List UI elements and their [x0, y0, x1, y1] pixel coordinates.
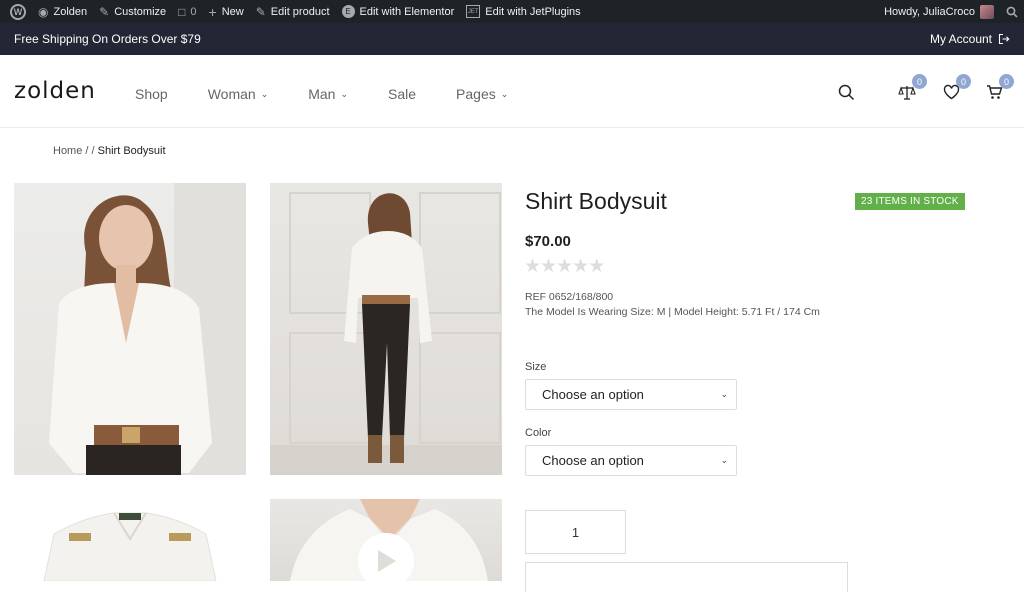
- compare-count-badge: 0: [912, 74, 927, 89]
- promo-text: Free Shipping On Orders Over $79: [14, 32, 201, 46]
- customize-label: Customize: [114, 5, 167, 18]
- dashboard-icon: ◉: [38, 4, 49, 19]
- cart-count-badge: 0: [999, 74, 1014, 89]
- chevron-down-icon: ⌄: [260, 88, 269, 99]
- star-icon: ★: [572, 256, 589, 277]
- pencil-icon: ✎: [255, 4, 266, 19]
- site-name-menu[interactable]: ◉ Zolden: [32, 0, 93, 23]
- main-nav: Shop Woman ⌄ Man ⌄ Sale Pages ⌄: [135, 86, 548, 102]
- product-ref: REF 0652/168/800: [525, 291, 614, 303]
- customize-menu[interactable]: ✎ Customize: [93, 0, 172, 23]
- chevron-down-icon: ⌄: [720, 455, 728, 465]
- model-back-illustration: [270, 192, 502, 475]
- nav-label: Woman: [207, 86, 256, 102]
- nav-item-pages[interactable]: Pages ⌄: [456, 86, 508, 102]
- breadcrumb-home[interactable]: Home: [53, 145, 82, 157]
- my-account-link[interactable]: My Account: [930, 32, 1010, 46]
- size-label: Size: [525, 361, 547, 373]
- wordpress-icon: W: [10, 3, 26, 20]
- chevron-down-icon: ⌄: [500, 88, 509, 99]
- edit-product-menu[interactable]: ✎ Edit product: [250, 0, 336, 23]
- chevron-down-icon: ⌄: [720, 389, 728, 399]
- product-title: Shirt Bodysuit: [525, 188, 667, 214]
- comment-icon: □: [178, 4, 186, 19]
- edit-elementor-menu[interactable]: E Edit with Elementor: [336, 0, 461, 23]
- color-select-value: Choose an option: [542, 453, 644, 468]
- nav-item-woman[interactable]: Woman ⌄: [208, 86, 269, 102]
- star-icon: ★: [588, 256, 605, 277]
- nav-label: Pages: [456, 86, 496, 102]
- search-icon: [1006, 6, 1018, 18]
- greeting-label: Howdy, JuliaCroco: [884, 5, 975, 18]
- nav-item-sale[interactable]: Sale: [388, 86, 416, 102]
- edit-jetplugins-menu[interactable]: JET Edit with JetPlugins: [460, 0, 586, 23]
- product-image-front[interactable]: [14, 183, 246, 475]
- avatar: [980, 4, 994, 19]
- product-price: $70.00: [525, 233, 571, 250]
- breadcrumb-separator: /: [91, 145, 95, 157]
- star-icon: ★: [524, 256, 541, 277]
- rating-stars: ★★★★★: [524, 255, 605, 278]
- new-content-menu[interactable]: + New: [203, 0, 250, 23]
- comments-count: 0: [190, 5, 197, 18]
- comments-menu[interactable]: □ 0: [172, 0, 202, 23]
- logout-icon: [998, 33, 1010, 45]
- quantity-input[interactable]: 1: [525, 510, 626, 554]
- wishlist-button[interactable]: 0: [941, 74, 971, 102]
- site-logo[interactable]: zolden: [14, 78, 96, 104]
- shirt-detail-illustration: [43, 512, 217, 581]
- wishlist-count-badge: 0: [956, 74, 971, 89]
- wp-logo-menu[interactable]: W: [0, 0, 32, 23]
- color-select[interactable]: Choose an option ⌄: [525, 445, 737, 476]
- nav-item-shop[interactable]: Shop: [135, 86, 168, 102]
- breadcrumb-current: Shirt Bodysuit: [97, 145, 166, 157]
- star-icon: ★: [540, 256, 557, 277]
- compare-button[interactable]: 0: [897, 74, 927, 102]
- search-icon: [838, 84, 854, 100]
- nav-label: Sale: [388, 86, 417, 102]
- site-name-label: Zolden: [53, 5, 88, 18]
- size-select-value: Choose an option: [542, 387, 644, 402]
- cart-button[interactable]: 0: [984, 74, 1014, 102]
- stock-badge: 23 ITEMS IN STOCK: [855, 193, 965, 210]
- breadcrumb: Home / / Shirt Bodysuit: [53, 145, 166, 157]
- color-label: Color: [525, 427, 552, 439]
- model-front-illustration: [49, 183, 246, 475]
- star-icon: ★: [556, 256, 573, 277]
- product-video-thumbnail[interactable]: [270, 499, 502, 581]
- add-to-cart-button[interactable]: [525, 562, 848, 592]
- edit-elementor-label: Edit with Elementor: [359, 5, 455, 18]
- site-header: zolden Shop Woman ⌄ Man ⌄ Sale Pages ⌄ 0 0 …: [0, 55, 1024, 128]
- product-meta: REF 0652/168/800 The Model Is Wearing Si…: [525, 290, 820, 320]
- breadcrumb-separator: /: [85, 145, 89, 157]
- product-image-detail[interactable]: [14, 499, 246, 581]
- edit-jetplugins-label: Edit with JetPlugins: [485, 5, 581, 18]
- nav-label: Man: [308, 86, 336, 102]
- model-info: The Model Is Wearing Size: M | Model Hei…: [525, 306, 820, 318]
- play-icon: [378, 550, 396, 572]
- plus-icon: +: [208, 3, 217, 20]
- promo-bar: Free Shipping On Orders Over $79 My Acco…: [0, 23, 1024, 55]
- nav-label: Shop: [135, 86, 168, 102]
- nav-item-man[interactable]: Man ⌄: [308, 86, 348, 102]
- play-button[interactable]: [358, 533, 414, 581]
- edit-product-label: Edit product: [270, 5, 330, 18]
- my-account-menu[interactable]: Howdy, JuliaCroco: [878, 0, 1000, 23]
- elementor-icon: E: [341, 5, 355, 18]
- chevron-down-icon: ⌄: [340, 88, 349, 99]
- my-account-label: My Account: [929, 32, 992, 46]
- product-image-back[interactable]: [270, 183, 502, 475]
- search-button[interactable]: [836, 82, 856, 102]
- jetplugins-icon: JET: [466, 5, 481, 18]
- admin-search[interactable]: [1000, 0, 1024, 23]
- new-label: New: [221, 5, 244, 18]
- wp-admin-bar: W ◉ Zolden ✎ Customize □ 0 + New ✎ Edit …: [0, 0, 1024, 23]
- size-select[interactable]: Choose an option ⌄: [525, 379, 737, 410]
- brush-icon: ✎: [99, 4, 110, 19]
